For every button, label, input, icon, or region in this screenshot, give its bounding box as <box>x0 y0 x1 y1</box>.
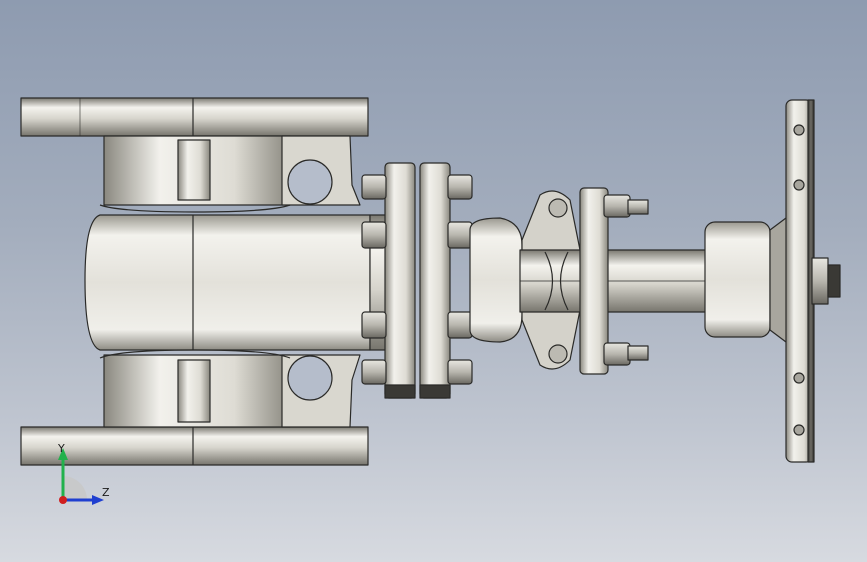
valve-body <box>84 204 389 359</box>
graphics-viewport[interactable]: Y Z <box>0 0 867 562</box>
bonnet-flange <box>384 162 451 399</box>
y-axis-label: Y <box>58 442 65 455</box>
yoke-nut <box>704 221 771 338</box>
gate-valve-model[interactable] <box>0 0 867 562</box>
triad-backplane <box>63 476 87 500</box>
body-neck-bottom <box>103 354 361 428</box>
z-axis-label: Z <box>102 486 110 499</box>
yoke <box>519 190 719 370</box>
x-axis-origin <box>59 496 67 504</box>
inlet-flange-top <box>20 97 369 137</box>
body-neck-top <box>103 135 361 206</box>
handwheel <box>769 99 841 463</box>
bonnet <box>469 217 523 343</box>
